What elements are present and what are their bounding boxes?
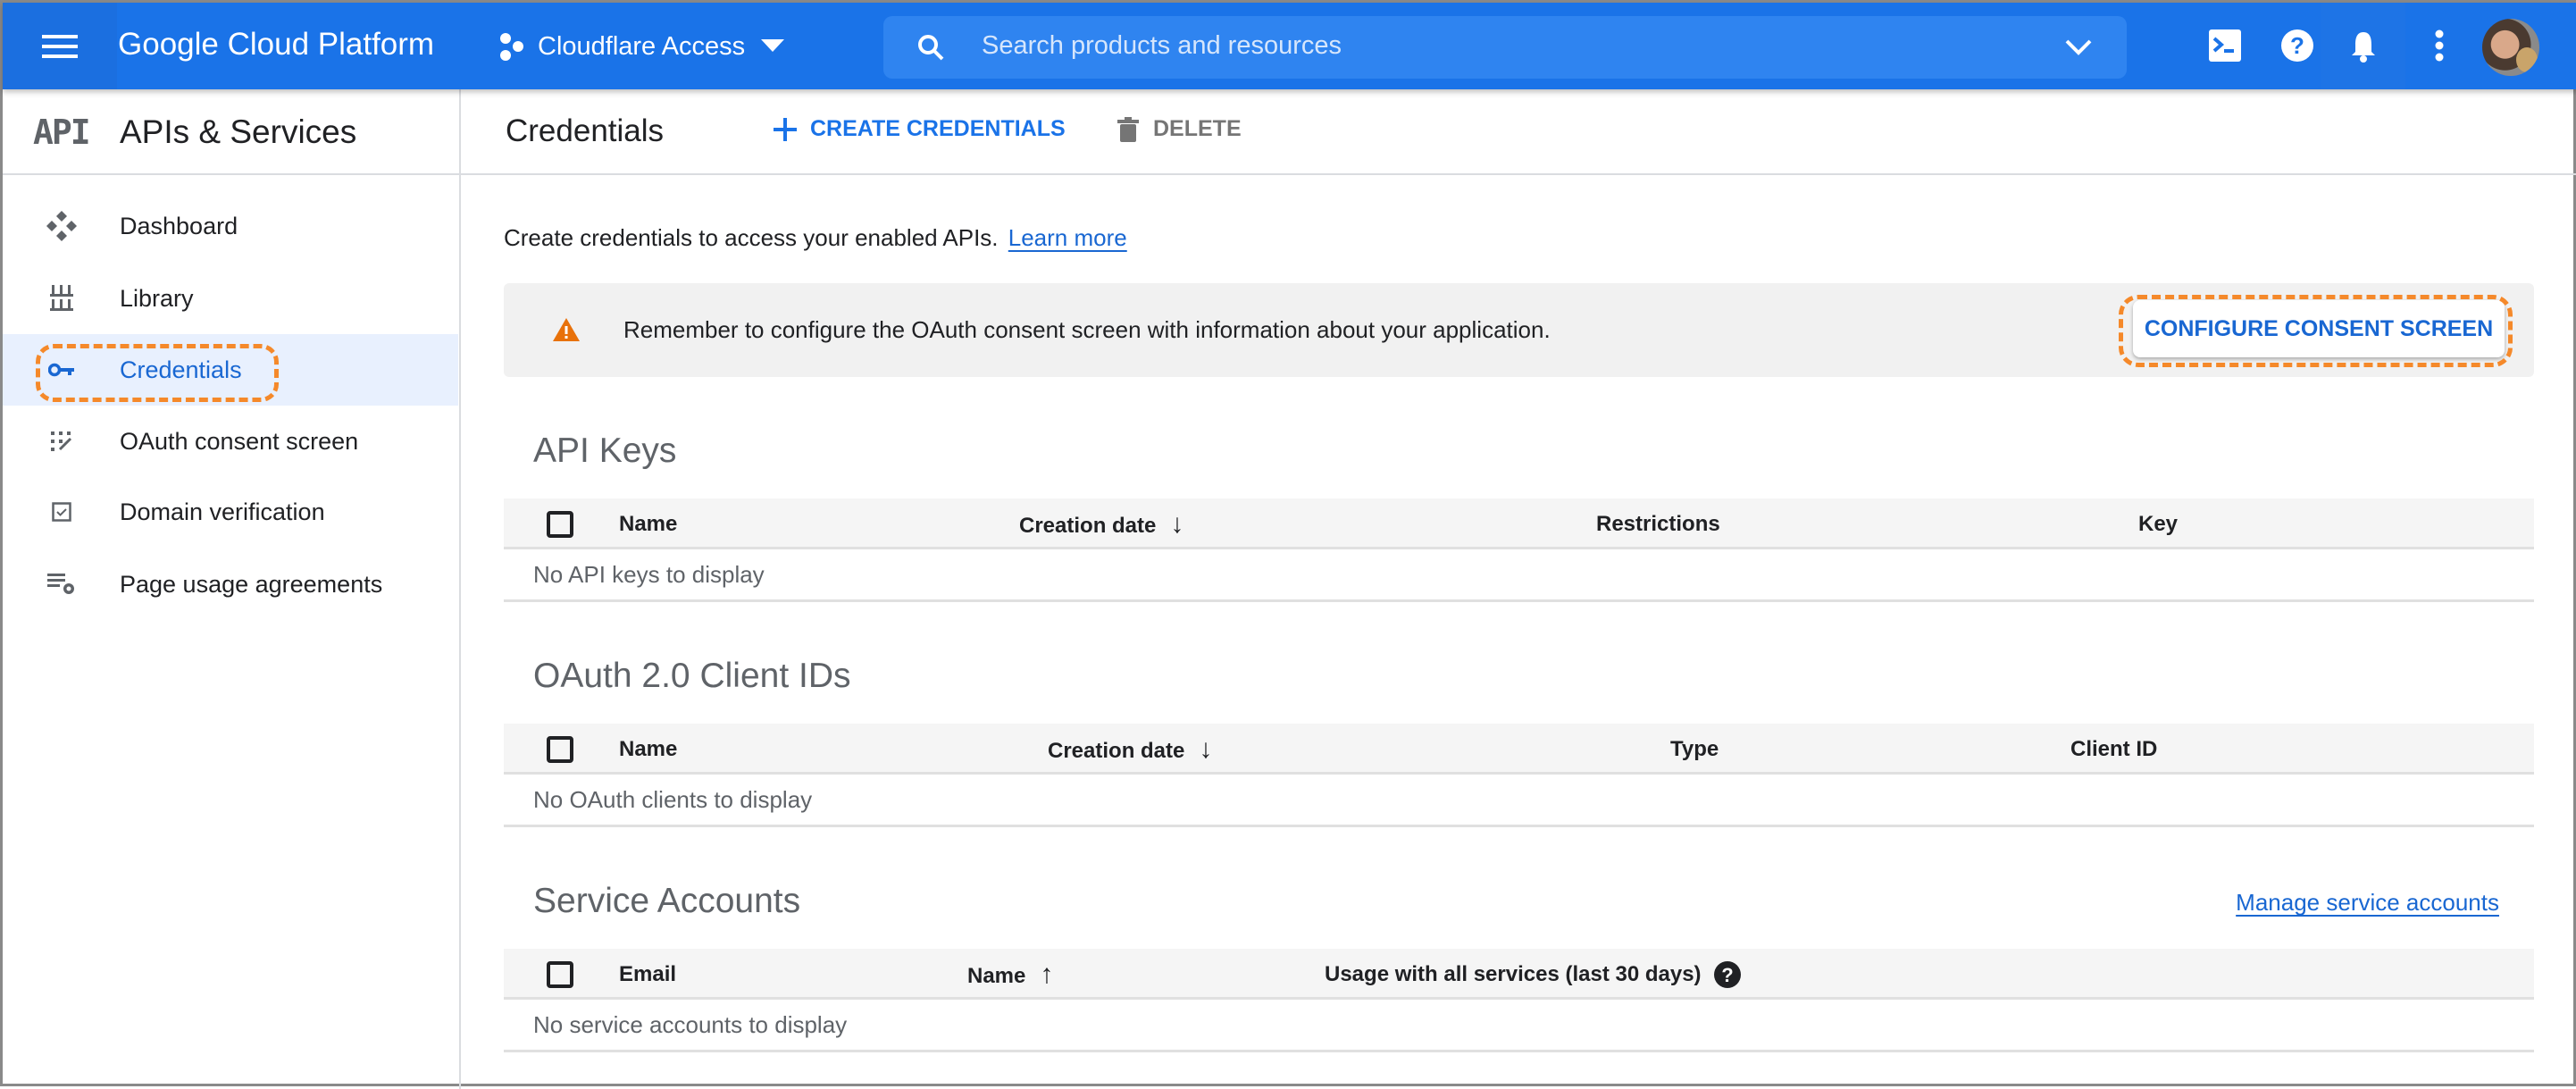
caret-down-icon	[761, 39, 785, 52]
warning-icon	[553, 318, 580, 341]
column-header-usage: Usage with all services (last 30 days) ?	[1325, 949, 1741, 1000]
consent-icon	[46, 425, 78, 457]
credentials-highlight	[36, 344, 279, 402]
sidebar-item-label: OAuth consent screen	[120, 427, 359, 455]
sidebar-header: API APIs & Services	[3, 89, 459, 175]
intro-label: Create credentials to access your enable…	[504, 224, 999, 251]
help-icon: ?	[2281, 29, 2313, 62]
api-keys-heading: API Keys	[533, 431, 677, 470]
divider	[504, 1050, 2534, 1052]
sidebar-item-label: Dashboard	[120, 212, 238, 239]
search-bar[interactable]: Search products and resources	[883, 16, 2127, 79]
svg-text:?: ?	[2290, 32, 2304, 59]
sidebar-item-oauth-consent[interactable]: OAuth consent screen	[3, 406, 458, 477]
select-all-checkbox[interactable]	[547, 961, 573, 988]
column-header-name[interactable]: Name	[619, 498, 677, 549]
sidebar-item-library[interactable]: Library	[3, 263, 458, 334]
sidebar-item-domain-verification[interactable]: Domain verification	[3, 476, 458, 548]
page-header: Credentials CREATE CREDENTIALS DELETE	[461, 89, 2576, 175]
configure-highlight	[2119, 295, 2513, 367]
notifications-button[interactable]	[2321, 3, 2405, 89]
learn-more-link[interactable]: Learn more	[1008, 224, 1127, 251]
oauth-table-header: Name Creation date ↓ Type Client ID	[504, 724, 2534, 775]
sidebar-item-dashboard[interactable]: Dashboard	[3, 190, 458, 262]
checkbox-icon	[46, 496, 78, 528]
settings-list-icon	[46, 568, 78, 600]
dashboard-icon	[46, 210, 78, 242]
search-placeholder: Search products and resources	[982, 31, 1342, 60]
sidebar-title: APIs & Services	[120, 113, 357, 150]
more-button[interactable]	[2430, 29, 2448, 66]
project-selector[interactable]: Cloudflare Access	[498, 24, 785, 69]
column-label: Usage with all services (last 30 days)	[1325, 962, 1702, 986]
sidebar-item-label: Page usage agreements	[120, 570, 383, 598]
column-header-key[interactable]: Key	[2138, 498, 2178, 549]
column-header-name[interactable]: Name	[619, 724, 677, 775]
sidebar-item-label: Library	[120, 284, 194, 312]
project-icon	[500, 33, 523, 61]
arrow-up-icon: ↑	[1040, 959, 1054, 989]
cloud-shell-button[interactable]	[2209, 29, 2241, 66]
help-button[interactable]: ?	[2281, 29, 2313, 66]
sidebar: API APIs & Services Dashboard Library Cr…	[3, 89, 461, 1089]
banner-text: Remember to configure the OAuth consent …	[623, 316, 1551, 343]
manage-service-accounts-link[interactable]: Manage service accounts	[2236, 889, 2499, 917]
column-label: Creation date	[1019, 514, 1157, 538]
select-all-checkbox[interactable]	[547, 511, 573, 538]
plus-icon	[774, 117, 797, 141]
page-title: Credentials	[506, 113, 665, 148]
create-credentials-label: CREATE CREDENTIALS	[810, 116, 1066, 141]
chevron-down-icon[interactable]	[2064, 38, 2093, 57]
column-header-client-id[interactable]: Client ID	[2070, 724, 2157, 775]
api-logo: API	[33, 113, 91, 152]
brand-title[interactable]: Google Cloud Platform	[118, 27, 434, 63]
divider	[504, 825, 2534, 827]
arrow-down-icon: ↓	[1199, 734, 1213, 764]
search-icon	[918, 35, 944, 61]
column-header-email[interactable]: Email	[619, 949, 676, 1000]
select-all-checkbox[interactable]	[547, 736, 573, 763]
top-bar: Google Cloud Platform Cloudflare Access …	[3, 3, 2576, 89]
service-accounts-heading: Service Accounts	[533, 882, 801, 920]
avatar[interactable]	[2482, 19, 2539, 76]
create-credentials-button[interactable]: CREATE CREDENTIALS	[774, 116, 1066, 142]
trash-icon	[1117, 116, 1139, 142]
help-icon[interactable]: ?	[1713, 960, 1741, 988]
column-label: Creation date	[1048, 739, 1185, 763]
service-accounts-table-header: Email Name ↑ Usage with all services (las…	[504, 949, 2534, 1000]
column-header-name[interactable]: Name ↑	[967, 949, 1053, 1001]
divider	[504, 599, 2534, 602]
oauth-warning-banner: Remember to configure the OAuth consent …	[504, 283, 2534, 377]
api-keys-table-header: Name Creation date ↓ Restrictions Key	[504, 498, 2534, 549]
oauth-heading: OAuth 2.0 Client IDs	[533, 657, 851, 695]
delete-button[interactable]: DELETE	[1117, 116, 1242, 142]
intro-text: Create credentials to access your enable…	[504, 224, 1127, 252]
oauth-empty: No OAuth clients to display	[533, 786, 813, 813]
api-keys-empty: No API keys to display	[533, 561, 765, 588]
menu-button[interactable]	[3, 3, 117, 89]
library-icon	[46, 282, 78, 314]
column-header-creation-date[interactable]: Creation date ↓	[1048, 724, 1212, 776]
arrow-down-icon: ↓	[1170, 509, 1184, 539]
column-header-type[interactable]: Type	[1670, 724, 1719, 775]
bell-icon	[2351, 31, 2375, 63]
more-vert-icon	[2435, 29, 2444, 62]
delete-label: DELETE	[1153, 116, 1242, 141]
terminal-icon	[2209, 29, 2241, 62]
service-accounts-empty: No service accounts to display	[533, 1011, 848, 1038]
sidebar-item-label: Domain verification	[120, 498, 325, 525]
menu-icon	[42, 34, 78, 58]
column-header-restrictions[interactable]: Restrictions	[1596, 498, 1720, 549]
svg-text:?: ?	[1721, 964, 1733, 986]
column-header-creation-date[interactable]: Creation date ↓	[1019, 498, 1183, 551]
column-label: Name	[967, 964, 1026, 988]
project-name: Cloudflare Access	[538, 31, 746, 61]
sidebar-item-page-usage[interactable]: Page usage agreements	[3, 549, 458, 620]
